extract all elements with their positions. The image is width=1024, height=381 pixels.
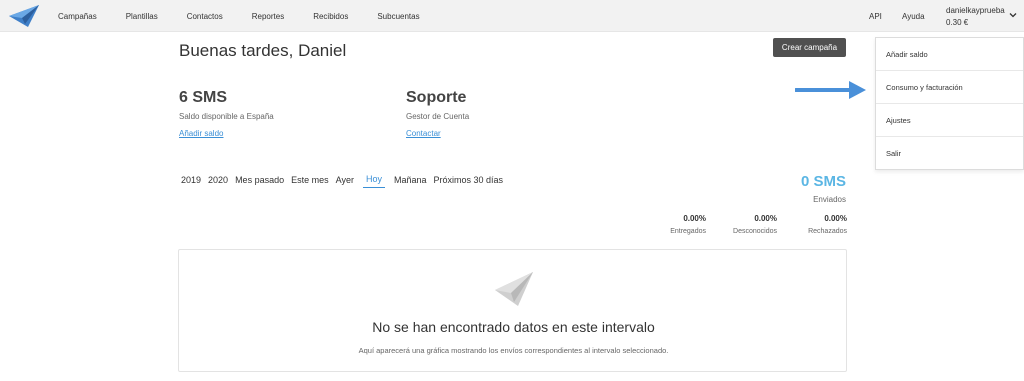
menu-item-billing[interactable]: Consumo y facturación <box>876 71 1023 104</box>
empty-state-title: No se han encontrado datos en este inter… <box>372 319 655 335</box>
user-menu[interactable]: danielkayprueba 0.30 € <box>946 6 1005 27</box>
sent-sms-total: 0 SMS <box>800 173 846 190</box>
page-title: Buenas tardes, Daniel <box>179 41 347 60</box>
user-dropdown-menu: Añadir saldo Consumo y facturación Ajust… <box>875 37 1024 170</box>
chevron-down-icon[interactable] <box>1009 11 1017 19</box>
filter-today[interactable]: Hoy <box>362 174 385 188</box>
menu-item-settings[interactable]: Ajustes <box>876 104 1023 137</box>
nav-subaccounts[interactable]: Subcuentas <box>377 12 419 21</box>
empty-chart-card: No se han encontrado datos en este inter… <box>178 249 847 372</box>
user-balance: 0.30 € <box>946 18 969 27</box>
paper-plane-icon <box>495 272 533 306</box>
menu-item-logout[interactable]: Salir <box>876 137 1023 170</box>
sms-balance-value: 6 SMS <box>179 89 228 106</box>
menu-item-add-balance[interactable]: Añadir saldo <box>876 38 1023 71</box>
filter-last-month[interactable]: Mes pasado <box>235 175 284 188</box>
rejected-label: Rechazados <box>808 228 847 235</box>
unknown-value: 0.00% <box>754 214 777 223</box>
filter-this-month[interactable]: Este mes <box>291 175 329 188</box>
nav-templates[interactable]: Plantillas <box>126 12 158 21</box>
support-title: Soporte <box>406 89 467 106</box>
delivered-label: Entregados <box>670 228 706 235</box>
account-manager-label: Gestor de Cuenta <box>406 112 470 121</box>
nav-received[interactable]: Recibidos <box>313 12 348 21</box>
contact-link[interactable]: Contactar <box>406 129 469 138</box>
filter-2019[interactable]: 2019 <box>181 175 201 188</box>
rejected-value: 0.00% <box>824 214 847 223</box>
support-block: Soporte Gestor de Cuenta Contactar <box>406 89 469 138</box>
unknown-stat: 0.00% Desconocidos <box>733 214 777 235</box>
create-campaign-button[interactable]: Crear campaña <box>773 38 846 57</box>
empty-state-description: Aquí aparecerá una gráfica mostrando los… <box>358 346 669 355</box>
main-nav: Campañas Plantillas Contactos Reportes R… <box>58 0 449 32</box>
sent-label: Enviados <box>813 195 846 204</box>
top-navbar: Campañas Plantillas Contactos Reportes R… <box>0 0 1024 32</box>
nav-help-link[interactable]: Ayuda <box>902 0 925 32</box>
filter-tomorrow[interactable]: Mañana <box>394 175 427 188</box>
filter-next-30-days[interactable]: Próximos 30 días <box>434 175 504 188</box>
arrow-right-icon <box>795 81 866 99</box>
nav-contacts[interactable]: Contactos <box>187 12 223 21</box>
sms-balance-block: 6 SMS Saldo disponible a España Añadir s… <box>179 89 274 138</box>
paper-plane-logo-icon[interactable] <box>8 4 40 28</box>
rejected-stat: 0.00% Rechazados <box>808 214 847 235</box>
unknown-label: Desconocidos <box>733 228 777 235</box>
date-filter-tabs: 2019 2020 Mes pasado Este mes Ayer Hoy M… <box>181 174 510 188</box>
add-balance-link[interactable]: Añadir saldo <box>179 129 274 138</box>
filter-yesterday[interactable]: Ayer <box>336 175 354 188</box>
nav-api-link[interactable]: API <box>869 0 882 32</box>
nav-reports[interactable]: Reportes <box>252 12 284 21</box>
delivered-value: 0.00% <box>683 214 706 223</box>
user-name: danielkayprueba <box>946 6 1005 15</box>
sms-balance-label: Saldo disponible a España <box>179 112 274 121</box>
nav-campaigns[interactable]: Campañas <box>58 12 97 21</box>
filter-2020[interactable]: 2020 <box>208 175 228 188</box>
delivered-stat: 0.00% Entregados <box>670 214 706 235</box>
